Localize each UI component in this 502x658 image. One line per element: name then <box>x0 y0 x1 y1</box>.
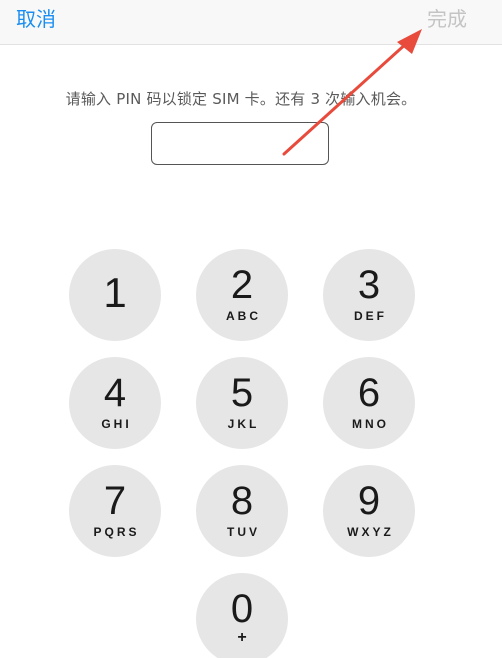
cancel-button[interactable]: 取消 <box>16 6 56 32</box>
key-letters: + <box>237 629 247 646</box>
key-letters: TUV <box>227 525 260 539</box>
key-0[interactable]: 0 + <box>196 573 288 658</box>
key-digit: 6 <box>357 371 381 415</box>
key-letters: DEF <box>354 309 387 323</box>
key-letters: ABC <box>226 309 261 323</box>
key-digit: 5 <box>230 371 254 415</box>
key-digit: 2 <box>230 263 254 307</box>
key-letters: WXYZ <box>347 525 394 539</box>
pin-lock-screen: 取消 完成 请输入 PIN 码以锁定 SIM 卡。还有 3 次输入机会。 1 2… <box>0 0 502 658</box>
key-2[interactable]: 2 ABC <box>196 249 288 341</box>
key-1[interactable]: 1 <box>69 249 161 341</box>
key-letters: GHI <box>101 417 132 431</box>
key-9[interactable]: 9 WXYZ <box>323 465 415 557</box>
key-6[interactable]: 6 MNO <box>323 357 415 449</box>
key-letters: MNO <box>352 417 389 431</box>
key-digit: 7 <box>103 479 127 523</box>
key-digit: 0 <box>230 587 254 631</box>
key-letters: JKL <box>227 417 260 431</box>
key-3[interactable]: 3 DEF <box>323 249 415 341</box>
key-digit: 9 <box>357 479 381 523</box>
key-4[interactable]: 4 GHI <box>69 357 161 449</box>
done-button[interactable]: 完成 <box>427 6 467 32</box>
pin-prompt: 请输入 PIN 码以锁定 SIM 卡。还有 3 次输入机会。 <box>65 90 417 108</box>
key-letters: PQRS <box>93 525 140 539</box>
key-digit: 8 <box>230 479 254 523</box>
nav-bar: 取消 完成 <box>0 0 502 45</box>
key-digit: 1 <box>103 269 127 316</box>
key-5[interactable]: 5 JKL <box>196 357 288 449</box>
key-8[interactable]: 8 TUV <box>196 465 288 557</box>
key-digit: 3 <box>357 263 381 307</box>
key-digit: 4 <box>103 371 127 415</box>
key-7[interactable]: 7 PQRS <box>69 465 161 557</box>
pin-input[interactable] <box>151 122 329 165</box>
